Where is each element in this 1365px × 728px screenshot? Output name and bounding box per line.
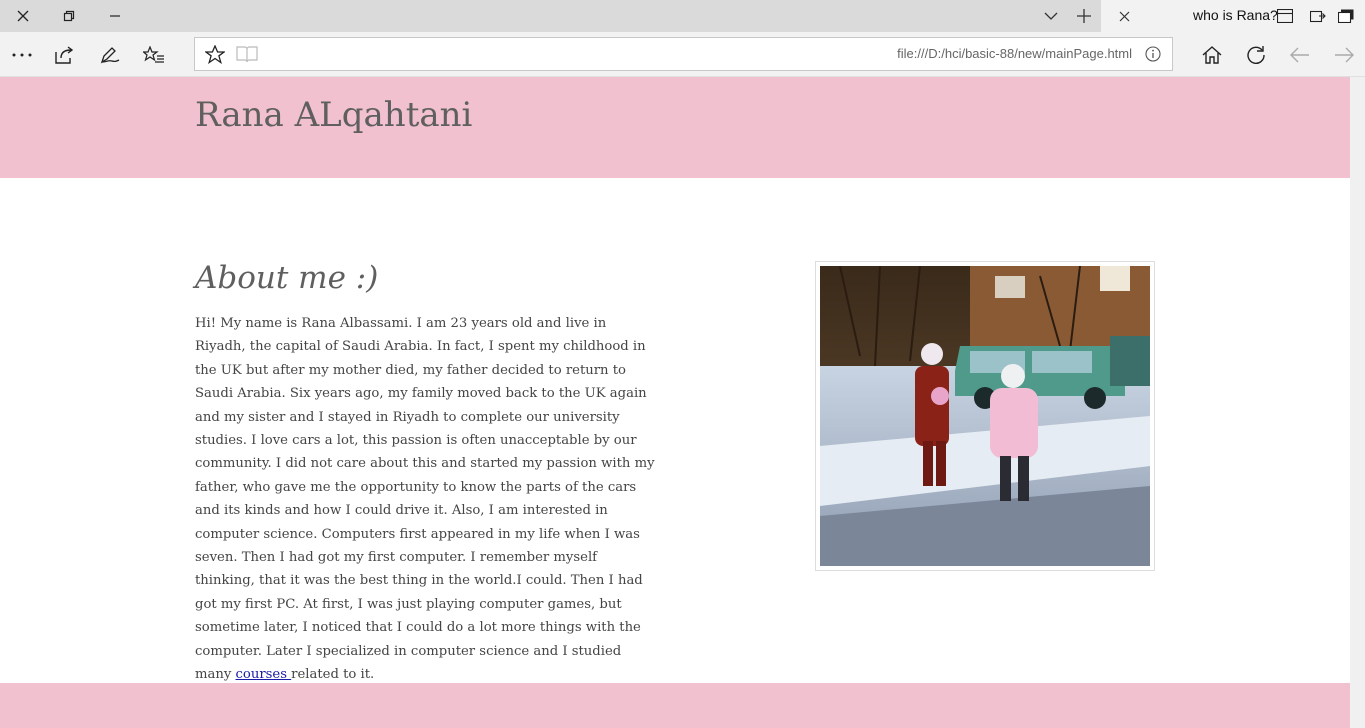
favorite-star-button[interactable]: [198, 37, 232, 71]
minimize-icon: [110, 15, 120, 17]
minimize-button[interactable]: [92, 0, 138, 32]
page-footer: [0, 683, 1350, 728]
favorites-hub-button[interactable]: [137, 38, 171, 72]
restore-button[interactable]: [46, 0, 92, 32]
refresh-button[interactable]: [1239, 38, 1273, 72]
set-aside-icon: [1310, 10, 1326, 23]
childhood-photo: [820, 266, 1150, 566]
tabs-aside-icon: [1338, 9, 1354, 23]
site-info-button[interactable]: [1136, 37, 1170, 71]
about-text-intro: Hi! My name is Rana Albassami. I am 23 y…: [195, 316, 655, 683]
refresh-icon: [1247, 46, 1265, 64]
forward-icon: [1335, 47, 1354, 63]
address-bar[interactable]: file:///D:/hci/basic-88/new/mainPage.htm…: [194, 37, 1173, 71]
favorite-star-icon: [205, 44, 225, 64]
restore-icon: [63, 10, 75, 22]
photo-frame: [815, 261, 1155, 571]
vertical-scrollbar[interactable]: [1350, 77, 1365, 728]
page-header: Rana ALqahtani: [0, 77, 1350, 178]
notes-button[interactable]: [93, 38, 127, 72]
notes-icon: [100, 47, 120, 64]
close-tab-icon: [1119, 11, 1129, 21]
close-window-button[interactable]: [0, 0, 46, 32]
back-icon: [1290, 47, 1309, 63]
about-text-end: related to it.: [291, 667, 375, 683]
tab-preview-icon: [1277, 9, 1293, 23]
close-window-icon: [17, 10, 29, 22]
forward-button[interactable]: [1327, 38, 1361, 72]
site-info-icon: [1145, 46, 1161, 62]
site-title: Rana ALqahtani: [195, 95, 473, 135]
share-button[interactable]: [48, 38, 82, 72]
home-button[interactable]: [1195, 38, 1229, 72]
title-bar: who is Rana?: [0, 0, 1365, 32]
reading-view-icon: [236, 46, 258, 63]
courses-link[interactable]: courses: [236, 667, 292, 682]
more-icon: [12, 53, 32, 57]
back-button[interactable]: [1283, 38, 1317, 72]
share-icon: [55, 46, 74, 64]
page-viewport: Rana ALqahtani About me :) Hi! My name i…: [0, 77, 1350, 728]
about-heading: About me :): [195, 260, 379, 296]
close-tab-button[interactable]: [1101, 0, 1147, 32]
browser-toolbar: file:///D:/hci/basic-88/new/mainPage.htm…: [0, 32, 1365, 77]
favorites-hub-icon: [143, 46, 164, 63]
tab-list-icon: [1044, 12, 1058, 20]
home-icon: [1202, 46, 1222, 64]
new-tab-icon: [1077, 9, 1091, 23]
tabs-aside-button[interactable]: [1327, 0, 1365, 32]
about-paragraph: Hi! My name is Rana Albassami. I am 23 y…: [195, 312, 660, 687]
more-button[interactable]: [5, 38, 39, 72]
reading-view-button[interactable]: [230, 37, 264, 71]
url-text: file:///D:/hci/basic-88/new/mainPage.htm…: [897, 46, 1132, 61]
